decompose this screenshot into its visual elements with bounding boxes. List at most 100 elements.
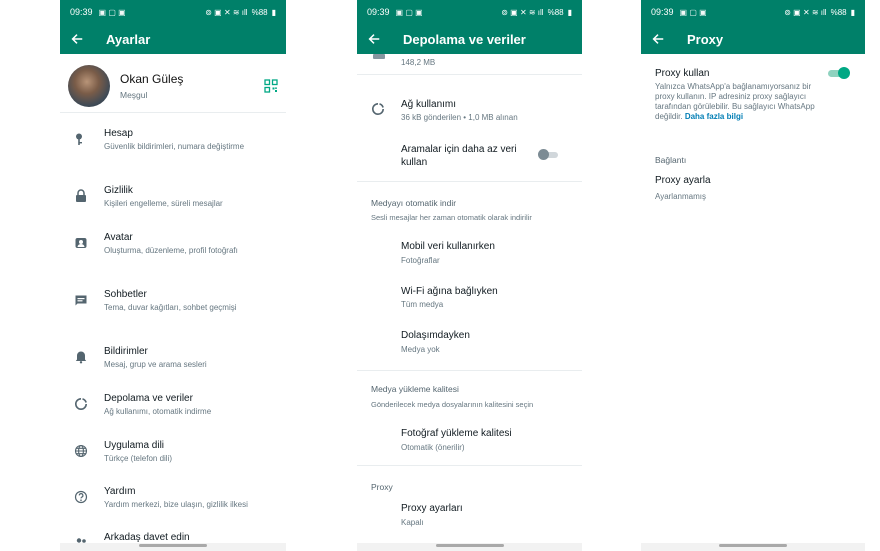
photo-quality-title: Fotoğraf yükleme kalitesi <box>401 428 512 439</box>
settings-item-title: Yardım <box>104 486 136 497</box>
page-title: Ayarlar <box>106 31 151 47</box>
settings-item-desc: Ağ kullanımı, otomatik indirme <box>104 407 212 416</box>
status-bar: 09:39 ▣ ▢ ▣ ⊚ ▣ ✕ ≋ ıll %88 ▮ <box>357 0 582 24</box>
connection-label: Bağlantı <box>655 155 687 165</box>
chat-icon <box>75 295 87 306</box>
notification-icons: ▣ ▢ ▣ <box>679 7 707 17</box>
app-bar: Depolama ve veriler <box>357 24 582 54</box>
settings-item-desc: Güvenlik bildirimleri, numara değiştirme <box>104 142 245 151</box>
auto-download-header: Medyayı otomatik indir <box>371 198 457 208</box>
divider <box>357 181 582 182</box>
signal-icons: ⊚ ▣ ✕ ≋ ıll <box>501 7 544 17</box>
bell-icon <box>75 351 87 364</box>
battery-level: %88 <box>547 7 564 17</box>
gesture-handle[interactable] <box>139 544 207 547</box>
globe-icon <box>74 444 88 458</box>
folder-icon <box>373 54 385 59</box>
divider <box>357 465 582 466</box>
settings-item-title: Bildirimler <box>104 346 148 357</box>
settings-item-desc: Oluşturma, düzenleme, profil fotoğrafı <box>104 246 238 255</box>
proxy-settings-title: Proxy ayarları <box>401 503 463 514</box>
proxy-screen: 09:39 ▣ ▢ ▣ ⊚ ▣ ✕ ≋ ıll %88 ▮ Proxy Prox… <box>641 0 865 551</box>
settings-item-title: Uygulama dili <box>104 440 165 451</box>
settings-item-title: Sohbetler <box>104 289 147 300</box>
use-proxy-label: Proxy kullan <box>655 68 710 79</box>
divider <box>357 370 582 371</box>
gesture-handle[interactable] <box>435 544 504 547</box>
battery-icon: ▮ <box>850 7 855 17</box>
set-proxy-title: Proxy ayarla <box>655 175 711 186</box>
signal-icons: ⊚ ▣ ✕ ≋ ıll <box>205 7 248 17</box>
set-proxy-desc: Ayarlanmamış <box>655 192 706 201</box>
proxy-description: Yalnızca WhatsApp'a bağlanamıyorsanız bi… <box>655 82 817 122</box>
storage-icon <box>75 398 87 410</box>
system-icons: ⊚ ▣ ✕ ≋ ıll %88 ▮ <box>205 8 276 17</box>
proxy-header: Proxy <box>371 482 393 492</box>
battery-level: %88 <box>251 7 268 17</box>
battery-level: %88 <box>830 7 847 17</box>
back-arrow-icon[interactable] <box>367 32 381 46</box>
app-bar: Ayarlar <box>60 24 286 54</box>
learn-more-link[interactable]: Daha fazla bilgi <box>685 112 743 121</box>
auto-download-sub: Sesli mesajlar her zaman otomatik olarak… <box>371 213 532 222</box>
gesture-handle[interactable] <box>719 544 787 547</box>
roaming-desc: Medya yok <box>401 345 440 354</box>
notification-icons: ▣ ▢ ▣ <box>395 7 423 17</box>
back-arrow-icon[interactable] <box>651 32 665 46</box>
system-icons: ⊚ ▣ ✕ ≋ ıll %88 ▮ <box>501 8 572 17</box>
page-title: Proxy <box>687 31 724 47</box>
network-usage-desc: 36 kB gönderilen • 1,0 MB alınan <box>401 113 518 122</box>
profile-name: Okan Güleş <box>120 72 184 86</box>
settings-item-desc: Kişileri engelleme, süreli mesajlar <box>104 199 223 208</box>
back-arrow-icon[interactable] <box>70 32 84 46</box>
settings-item-desc: Tema, duvar kağıtları, sohbet geçmişi <box>104 303 237 312</box>
network-usage-title: Ağ kullanımı <box>401 99 457 110</box>
less-data-toggle[interactable] <box>538 149 558 160</box>
mobile-data-title: Mobil veri kullanırken <box>401 241 495 252</box>
qr-code-icon[interactable] <box>264 79 278 93</box>
wifi-title: Wi-Fi ağına bağlıyken <box>401 286 498 297</box>
settings-item-title: Avatar <box>104 232 133 243</box>
battery-icon: ▮ <box>271 7 276 17</box>
profile-status: Meşgul <box>120 90 148 100</box>
battery-icon: ▮ <box>567 7 572 17</box>
status-time: 09:39 <box>70 7 93 17</box>
help-icon <box>74 490 88 504</box>
status-time: 09:39 <box>367 7 390 17</box>
status-bar: 09:39 ▣ ▢ ▣ ⊚ ▣ ✕ ≋ ıll %88 ▮ <box>60 0 286 24</box>
storage-screen: 09:39 ▣ ▢ ▣ ⊚ ▣ ✕ ≋ ıll %88 ▮ Depolama v… <box>357 0 582 551</box>
less-data-title: Aramalar için daha az veri kullan <box>401 144 517 168</box>
wifi-desc: Tüm medya <box>401 300 444 309</box>
photo-quality-desc: Otomatik (önerilir) <box>401 443 465 452</box>
roaming-title: Dolaşımdayken <box>401 330 470 341</box>
divider <box>60 112 286 113</box>
settings-item-title: Depolama ve veriler <box>104 393 193 404</box>
app-bar: Proxy <box>641 24 865 54</box>
settings-screen: 09:39 ▣ ▢ ▣ ⊚ ▣ ✕ ≋ ıll %88 ▮ Ayarlar Ok… <box>60 0 286 551</box>
use-proxy-toggle[interactable] <box>828 67 850 79</box>
upload-quality-sub: Gönderilecek medya dosyalarının kalitesi… <box>371 400 534 409</box>
lock-icon <box>76 189 86 202</box>
status-time: 09:39 <box>651 7 674 17</box>
settings-item-title: Hesap <box>104 128 133 139</box>
avatar[interactable] <box>68 65 110 107</box>
proxy-settings-desc: Kapalı <box>401 518 424 527</box>
status-bar: 09:39 ▣ ▢ ▣ ⊚ ▣ ✕ ≋ ıll %88 ▮ <box>641 0 865 24</box>
settings-item-title: Arkadaş davet edin <box>104 532 190 543</box>
key-icon <box>76 133 82 145</box>
profile-row[interactable]: Okan Güleş Meşgul <box>68 64 278 108</box>
settings-item-title: Gizlilik <box>104 185 133 196</box>
mobile-data-desc: Fotoğraflar <box>401 256 440 265</box>
divider <box>357 74 582 75</box>
page-title: Depolama ve veriler <box>403 31 526 47</box>
notification-icons: ▣ ▢ ▣ <box>98 7 126 17</box>
system-icons: ⊚ ▣ ✕ ≋ ıll %88 ▮ <box>784 8 855 17</box>
storage-size: 148,2 MB <box>401 58 436 67</box>
data-usage-icon <box>372 103 384 115</box>
settings-item-desc: Türkçe (telefon dili) <box>104 454 173 463</box>
upload-quality-header: Medya yükleme kalitesi <box>371 384 459 394</box>
settings-item-desc: Yardım merkezi, bize ulaşın, gizlilik il… <box>104 500 248 509</box>
settings-item-desc: Mesaj, grup ve arama sesleri <box>104 360 207 369</box>
avatar-icon <box>75 238 87 248</box>
signal-icons: ⊚ ▣ ✕ ≋ ıll <box>784 7 827 17</box>
